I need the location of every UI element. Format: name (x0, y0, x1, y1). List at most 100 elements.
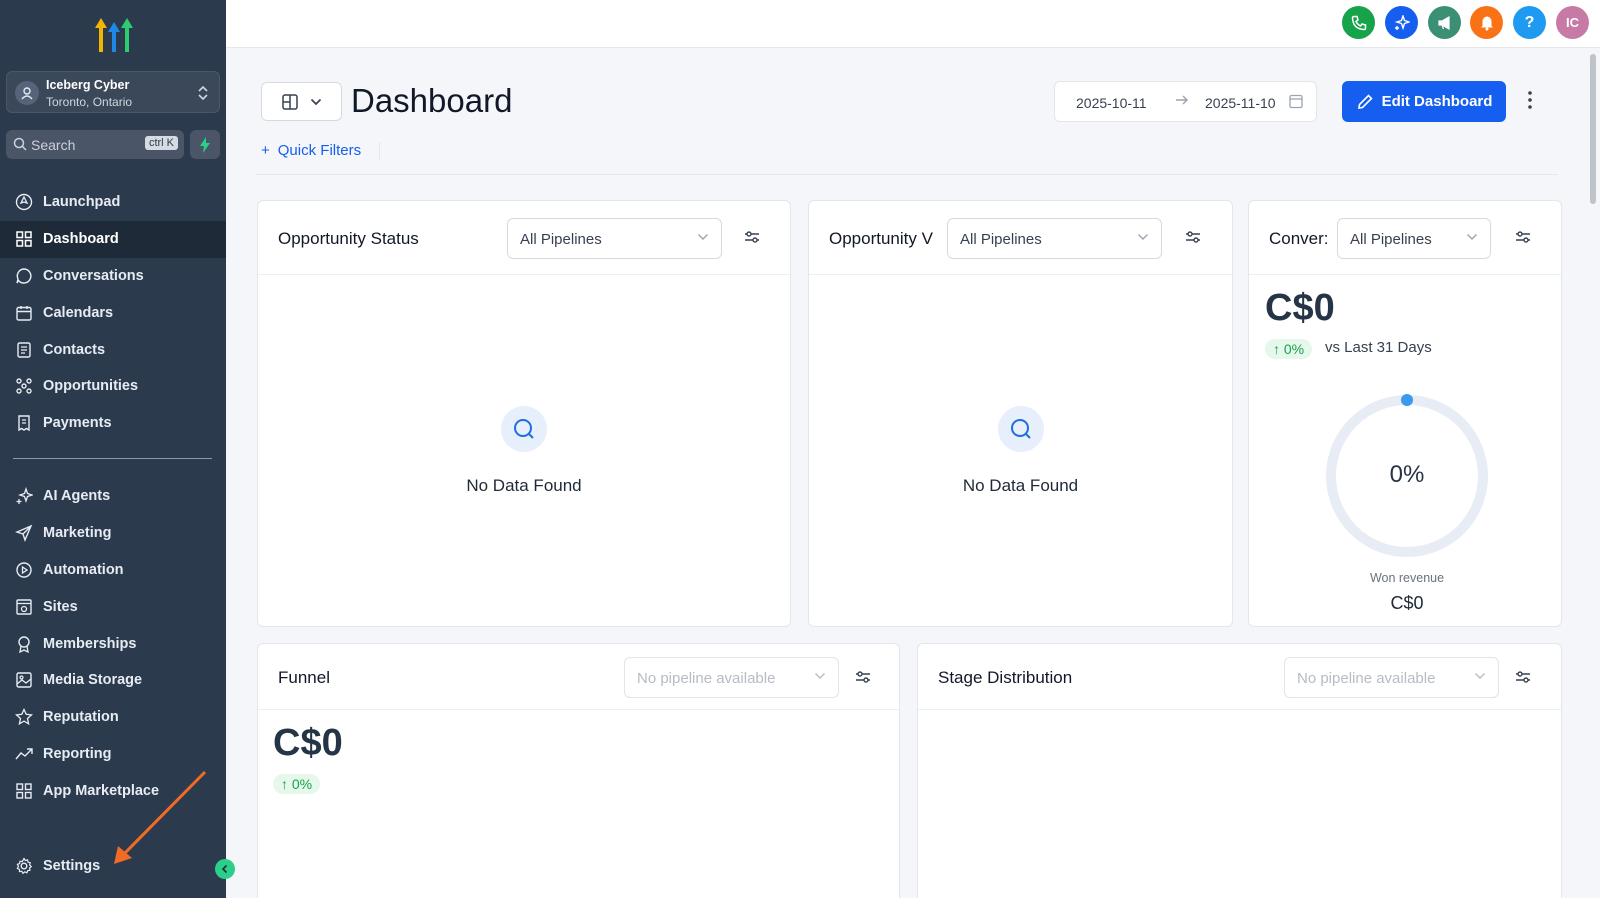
filter-settings-icon[interactable] (744, 229, 760, 245)
quick-action-button[interactable] (190, 130, 220, 159)
search-placeholder: Search (31, 137, 76, 153)
pipeline-select-value: No pipeline available (637, 670, 776, 687)
sidebar-item-memberships[interactable]: Memberships (0, 625, 226, 662)
funnel-value: C$0 (273, 722, 343, 764)
sidebar-item-label: Dashboard (43, 231, 119, 248)
sidebar-item-contacts[interactable]: Contacts (0, 331, 226, 368)
help-icon[interactable]: ? (1513, 6, 1546, 39)
sidebar-item-label: Payments (43, 415, 112, 432)
conversion-value: C$0 (1265, 287, 1335, 329)
sidebar-item-dashboard[interactable]: Dashboard (0, 220, 226, 258)
sidebar-item-payments[interactable]: Payments (0, 405, 226, 442)
more-options-icon[interactable] (1527, 90, 1533, 110)
card-title: Funnel (278, 668, 330, 687)
sidebar-item-label: Opportunities (43, 378, 139, 395)
sidebar-item-label: Contacts (43, 341, 106, 358)
topbar: ? IC (226, 0, 1600, 48)
bell-icon[interactable] (1470, 6, 1503, 39)
gear-icon (14, 856, 34, 876)
sidebar-item-opportunities[interactable]: Opportunities (0, 368, 226, 405)
opportunity-status-card: Opportunity Status All Pipelines No Data… (257, 200, 791, 627)
sites-icon (14, 597, 34, 617)
pipeline-select[interactable]: All Pipelines (507, 218, 722, 259)
comparison-label: vs Last 31 Days (1325, 339, 1432, 356)
empty-state-text: No Data Found (962, 476, 1079, 495)
card-title: Conver: (1269, 229, 1329, 248)
search-shortcut: ctrl K (144, 136, 178, 150)
chevron-updown-icon (198, 85, 208, 101)
search-input[interactable]: Search ctrl K (6, 130, 184, 159)
arrow-right-icon (1175, 93, 1189, 110)
star-icon (14, 707, 34, 727)
sidebar-item-marketing[interactable]: Marketing (0, 515, 226, 552)
grid-icon (14, 229, 34, 249)
sidebar-item-label: Memberships (43, 635, 137, 652)
account-switcher[interactable]: Iceberg Cyber Toronto, Ontario (6, 71, 220, 113)
sparkle-icon (14, 486, 34, 506)
layout-icon (282, 93, 298, 110)
scrollbar-thumb[interactable] (1590, 54, 1596, 204)
pipeline-select[interactable]: All Pipelines (1337, 218, 1491, 259)
badge-icon (14, 634, 34, 654)
collapse-sidebar-button[interactable] (215, 859, 235, 879)
filter-settings-icon[interactable] (1185, 229, 1201, 245)
sidebar-item-media-storage[interactable]: Media Storage (0, 662, 226, 699)
empty-state: No Data Found (258, 406, 790, 496)
filter-settings-icon[interactable] (1515, 669, 1531, 685)
sidebar-item-reputation[interactable]: Reputation (0, 699, 226, 736)
plus-icon: + (261, 142, 270, 159)
chevron-down-icon (310, 98, 321, 105)
chevron-down-icon (1475, 673, 1485, 679)
card-title: Stage Distribution (938, 668, 1073, 687)
separator (379, 142, 380, 160)
sidebar-divider (13, 458, 212, 459)
sidebar-item-automation[interactable]: Automation (0, 552, 226, 589)
won-revenue-label: Won revenue (1369, 571, 1445, 585)
main-nav: Launchpad Dashboard Conversations Calend… (0, 184, 226, 442)
invoice-icon (14, 413, 34, 433)
bolt-icon (200, 136, 210, 153)
sidebar-item-reporting[interactable]: Reporting (0, 736, 226, 773)
megaphone-icon[interactable] (1428, 6, 1461, 39)
pipeline-select[interactable]: No pipeline available (624, 657, 839, 698)
sidebar-item-label: Media Storage (43, 672, 143, 689)
sidebar-item-label: Settings (43, 858, 101, 874)
search-icon (501, 406, 547, 452)
image-icon (14, 670, 34, 690)
pipeline-select[interactable]: All Pipelines (947, 218, 1162, 259)
edit-dashboard-button[interactable]: Edit Dashboard (1342, 81, 1506, 122)
trend-icon (14, 744, 34, 764)
empty-state: No Data Found (809, 406, 1232, 496)
opportunity-value-card: Opportunity V All Pipelines No Data Foun… (808, 200, 1233, 627)
pipeline-select-value: All Pipelines (960, 231, 1042, 248)
phone-icon[interactable] (1342, 6, 1375, 39)
sidebar-item-ai-agents[interactable]: AI Agents (0, 478, 226, 515)
sidebar-item-label: Launchpad (43, 194, 121, 211)
filter-settings-icon[interactable] (855, 669, 871, 685)
page-title: Dashboard (351, 82, 513, 119)
rocket-icon (14, 192, 34, 212)
sidebar-item-label: AI Agents (43, 488, 111, 505)
sidebar-item-label: Automation (43, 561, 124, 578)
quick-filters-button[interactable]: + Quick Filters (261, 142, 361, 159)
sidebar-item-launchpad[interactable]: Launchpad (0, 184, 226, 221)
sidebar-item-conversations[interactable]: Conversations (0, 258, 226, 295)
pipeline-select[interactable]: No pipeline available (1284, 657, 1499, 698)
sidebar-item-sites[interactable]: Sites (0, 588, 226, 625)
empty-state-text: No Data Found (466, 476, 582, 495)
avatar[interactable]: IC (1556, 6, 1589, 39)
apps-icon (14, 781, 34, 801)
pencil-icon (1357, 93, 1373, 109)
date-to: 2025-11-10 (1205, 95, 1276, 111)
conversion-rate: 0% (1389, 461, 1425, 488)
change-badge: ↑ 0% (273, 774, 321, 794)
date-range-picker[interactable]: 2025-10-11 2025-11-10 (1054, 81, 1317, 122)
filter-settings-icon[interactable] (1515, 229, 1531, 245)
calendar-icon (14, 303, 34, 323)
pipeline-select-value: All Pipelines (1350, 231, 1432, 248)
sidebar-item-label: Marketing (43, 525, 112, 542)
sparkle-icon[interactable] (1385, 6, 1418, 39)
sidebar-item-calendars[interactable]: Calendars (0, 294, 226, 331)
dashboard-switcher-button[interactable] (261, 82, 342, 121)
chevron-down-icon (698, 234, 708, 240)
